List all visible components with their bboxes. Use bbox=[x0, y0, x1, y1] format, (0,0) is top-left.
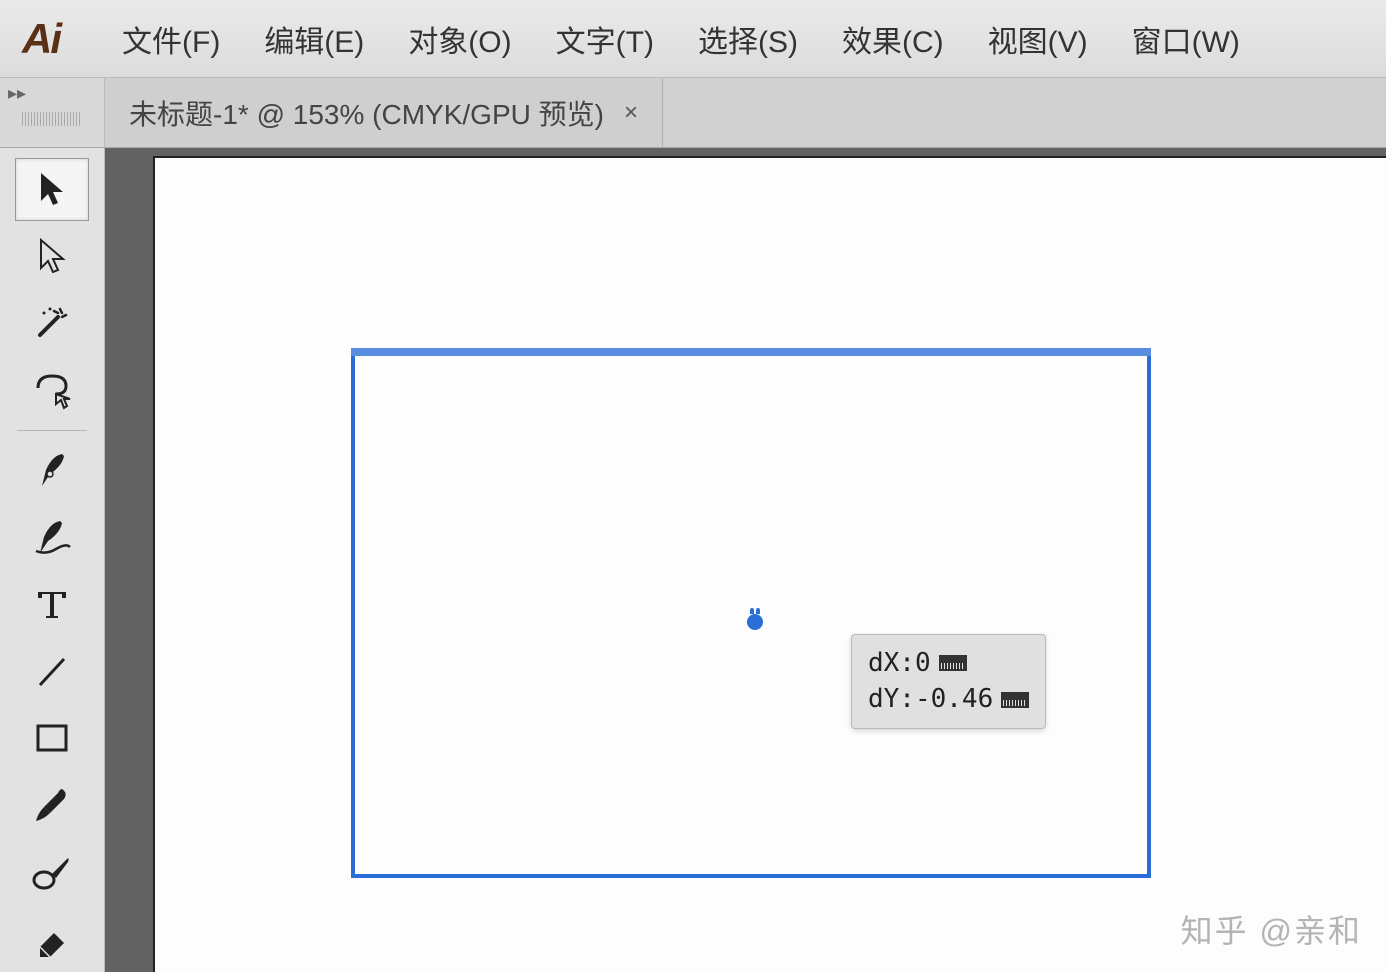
line-tool[interactable] bbox=[15, 639, 89, 702]
direct-selection-tool[interactable] bbox=[15, 225, 89, 288]
menu-view[interactable]: 视图(V) bbox=[966, 9, 1110, 69]
toolbox-grip-icon[interactable] bbox=[22, 112, 82, 126]
document-tab-title: 未标题-1* @ 153% (CMYK/GPU 预览) bbox=[129, 93, 604, 133]
type-tool[interactable] bbox=[15, 573, 89, 636]
blob-brush-tool-icon bbox=[30, 850, 74, 894]
tool-divider bbox=[17, 430, 87, 431]
artboard[interactable]: dX: 0 dY: -0.46 知乎 @亲和 bbox=[153, 156, 1386, 972]
curvature-tool-icon bbox=[30, 515, 74, 559]
measurement-dx: dX: 0 bbox=[868, 645, 1029, 681]
rectangle-tool[interactable] bbox=[15, 706, 89, 769]
type-tool-icon bbox=[32, 584, 72, 624]
toolbox-collapse-icon[interactable]: ▸▸ bbox=[8, 84, 26, 102]
pen-tool[interactable] bbox=[15, 439, 89, 502]
menu-type[interactable]: 文字(T) bbox=[534, 9, 676, 69]
ruler-unit-icon bbox=[1001, 692, 1029, 708]
line-tool-icon bbox=[32, 651, 72, 691]
document-tab[interactable]: 未标题-1* @ 153% (CMYK/GPU 预览) × bbox=[105, 78, 663, 147]
curvature-tool[interactable] bbox=[15, 506, 89, 569]
dx-value: 0 bbox=[915, 645, 931, 681]
paintbrush-tool-icon bbox=[30, 783, 74, 827]
app-logo: Ai bbox=[22, 15, 60, 63]
toolbox bbox=[0, 148, 105, 972]
dx-label: dX: bbox=[868, 645, 915, 681]
menu-effect[interactable]: 效果(C) bbox=[820, 9, 966, 69]
menu-edit[interactable]: 编辑(E) bbox=[242, 9, 386, 69]
paintbrush-tool[interactable] bbox=[15, 773, 89, 836]
measurement-tooltip: dX: 0 dY: -0.46 bbox=[851, 634, 1046, 729]
magic-wand-tool[interactable] bbox=[15, 292, 89, 355]
document-tab-close-icon[interactable]: × bbox=[624, 99, 638, 127]
eraser-tool-icon bbox=[30, 917, 74, 961]
center-point-marker[interactable] bbox=[747, 614, 763, 630]
menu-select[interactable]: 选择(S) bbox=[676, 9, 820, 69]
direct-selection-tool-icon bbox=[35, 236, 69, 276]
selection-tool-icon bbox=[35, 169, 69, 209]
toolbox-header: ▸▸ bbox=[0, 78, 105, 147]
lasso-tool[interactable] bbox=[15, 359, 89, 422]
dy-label: dY: bbox=[868, 681, 915, 717]
ruler-unit-icon bbox=[939, 655, 967, 671]
selection-tool[interactable] bbox=[15, 158, 89, 221]
rectangle-tool-icon bbox=[32, 720, 72, 756]
eraser-tool[interactable] bbox=[15, 907, 89, 970]
tabbar: ▸▸ 未标题-1* @ 153% (CMYK/GPU 预览) × bbox=[0, 78, 1386, 148]
measurement-dy: dY: -0.46 bbox=[868, 681, 1029, 717]
menu-object[interactable]: 对象(O) bbox=[386, 9, 533, 69]
blob-brush-tool[interactable] bbox=[15, 840, 89, 903]
pen-tool-icon bbox=[32, 448, 72, 492]
workspace: dX: 0 dY: -0.46 知乎 @亲和 bbox=[0, 148, 1386, 972]
menu-file[interactable]: 文件(F) bbox=[100, 9, 242, 69]
menubar: Ai 文件(F) 编辑(E) 对象(O) 文字(T) 选择(S) 效果(C) 视… bbox=[0, 0, 1386, 78]
dy-value: -0.46 bbox=[915, 681, 993, 717]
canvas-area[interactable]: dX: 0 dY: -0.46 知乎 @亲和 bbox=[105, 148, 1386, 972]
lasso-tool-icon bbox=[30, 370, 74, 410]
menu-window[interactable]: 窗口(W) bbox=[1110, 9, 1262, 69]
watermark-text: 知乎 @亲和 bbox=[1181, 906, 1362, 952]
magic-wand-tool-icon bbox=[32, 303, 72, 343]
